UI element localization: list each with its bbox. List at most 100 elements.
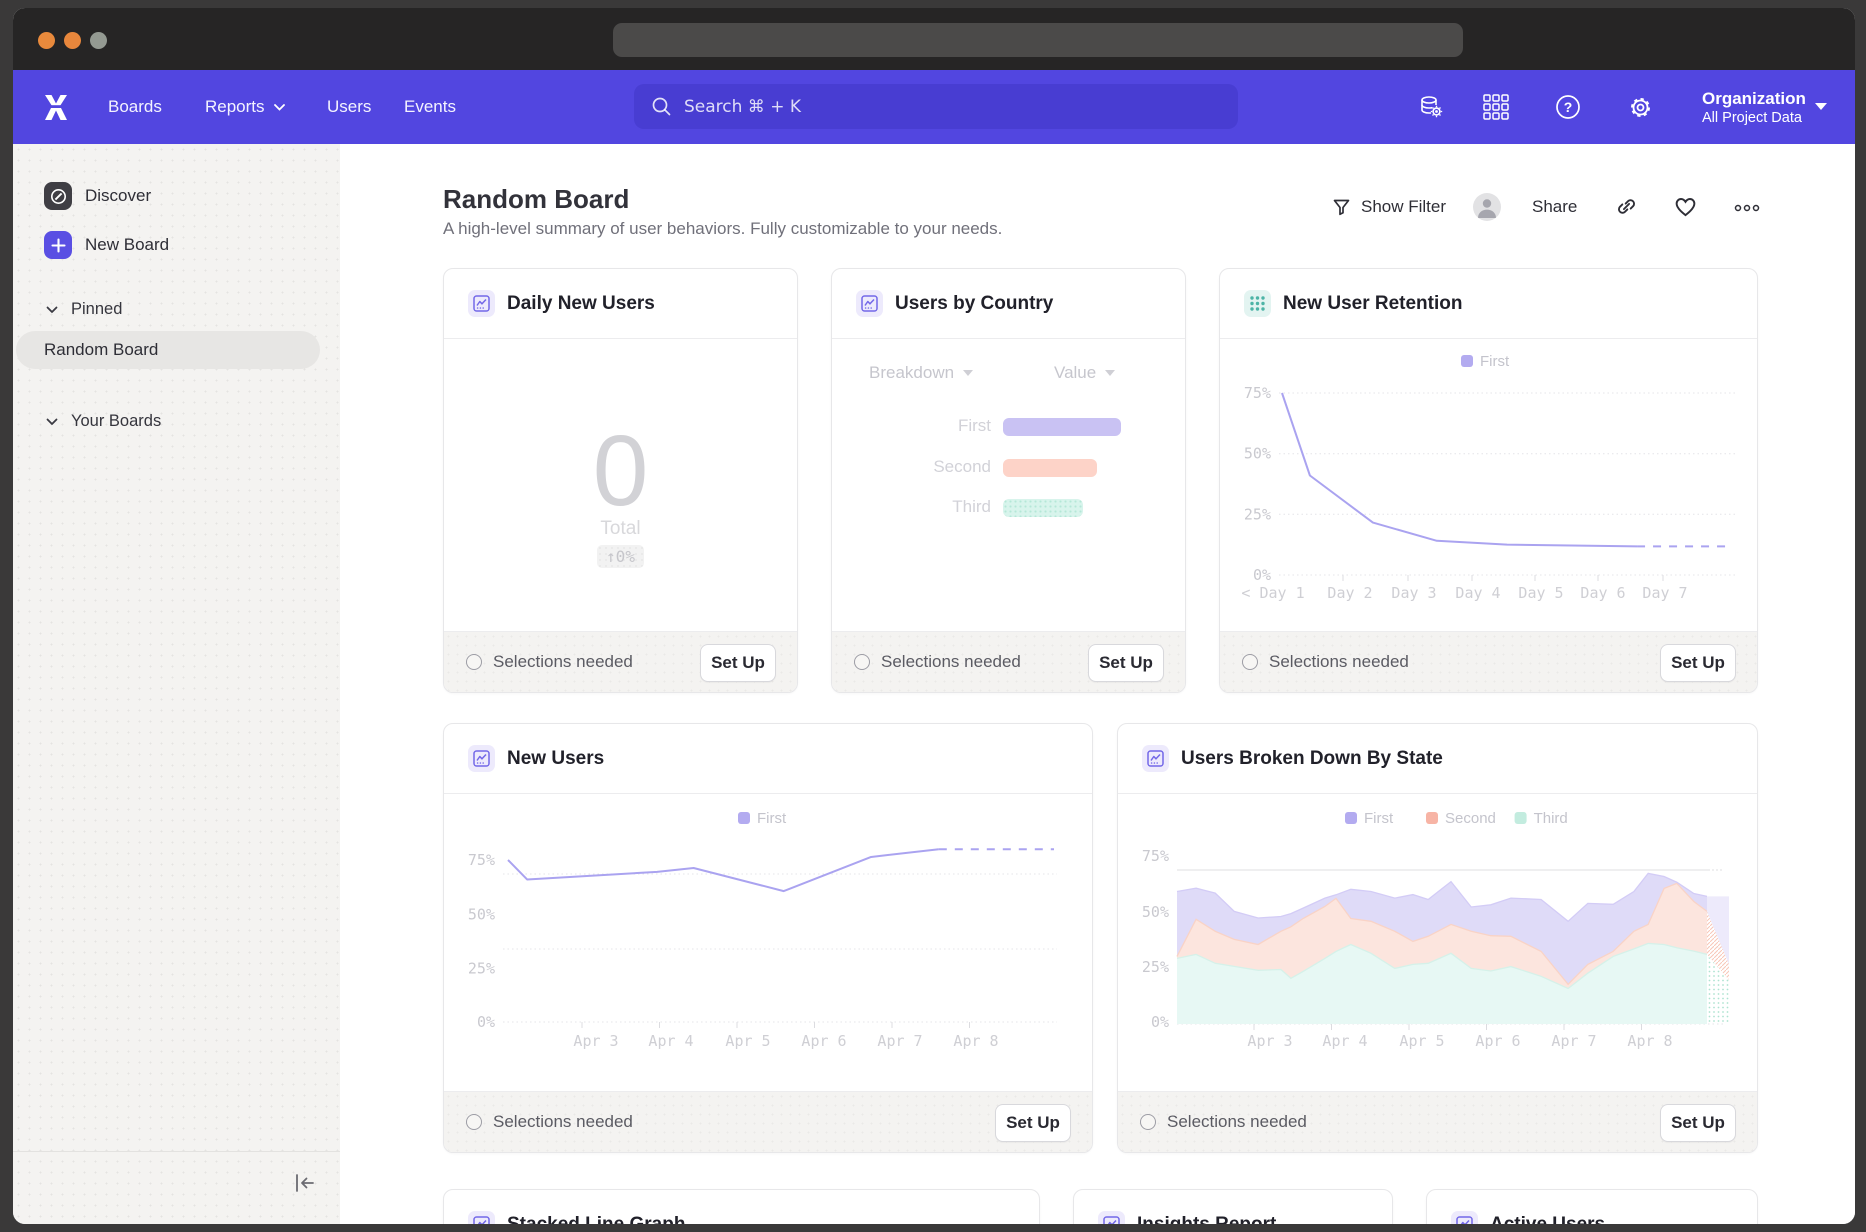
svg-text:Apr 6: Apr 6 [801, 1032, 846, 1050]
titlebar [13, 8, 1855, 70]
nav-item-events[interactable]: Events [404, 70, 456, 144]
search-icon [651, 96, 672, 117]
bar-label: Second [832, 457, 991, 477]
organization-switcher[interactable]: Organization All Project Data [1702, 70, 1806, 144]
retention-grid-icon [1244, 290, 1271, 317]
avatar[interactable] [1473, 193, 1501, 221]
window-button-1[interactable] [38, 32, 55, 49]
card-body: 75%50%25%0%Apr 3Apr 4Apr 5Apr 6Apr 7Apr … [444, 794, 1092, 1092]
card-footer: Selections needed Set Up [444, 1091, 1092, 1152]
card-header: Users Broken Down By State [1118, 724, 1757, 794]
card-header: Insights Report [1074, 1190, 1392, 1224]
settings-gear-icon[interactable] [1620, 70, 1660, 144]
card-title: Stacked Line Graph [507, 1214, 685, 1225]
chevron-down-icon [1105, 370, 1115, 376]
screenshot-root: Boards Reports Users Events Search ⌘ + K [0, 0, 1866, 1232]
svg-text:Apr 7: Apr 7 [877, 1032, 922, 1050]
svg-text:50%: 50% [1142, 903, 1169, 921]
sidebar-item-random-board[interactable]: Random Board [16, 331, 320, 369]
nav-item-reports[interactable]: Reports [205, 70, 285, 144]
nav-item-users[interactable]: Users [327, 70, 371, 144]
big-number-delta: ↑0% [444, 545, 797, 568]
card-title: Insights Report [1137, 1214, 1276, 1225]
value-dropdown[interactable]: Value [1054, 363, 1115, 383]
svg-text:Apr 5: Apr 5 [1399, 1032, 1444, 1050]
card-footer: Selections needed Set Up [1220, 631, 1757, 692]
window-button-2[interactable] [64, 32, 81, 49]
copy-link-button[interactable] [1614, 194, 1639, 224]
chevron-down-icon [46, 418, 58, 426]
sidebar-section-your-boards[interactable]: Your Boards [46, 412, 161, 431]
line-chart-icon [1098, 1211, 1125, 1224]
selection-status: Selections needed [466, 652, 633, 672]
svg-text:Day 4: Day 4 [1455, 584, 1500, 602]
big-number-value: 0 [444, 422, 797, 520]
setup-button[interactable]: Set Up [1660, 644, 1736, 682]
svg-text:Apr 5: Apr 5 [725, 1032, 770, 1050]
svg-text:First: First [1364, 810, 1394, 827]
svg-text:Day 3: Day 3 [1391, 584, 1436, 602]
chart-new-user-retention: 75%50%25%0%< Day 1Day 2Day 3Day 4Day 5Da… [1220, 339, 1757, 634]
svg-text:Apr 6: Apr 6 [1475, 1032, 1520, 1050]
status-circle-icon [466, 1114, 482, 1130]
svg-text:First: First [757, 810, 787, 827]
setup-button[interactable]: Set Up [1088, 644, 1164, 682]
card-header: Daily New Users [444, 269, 797, 339]
search-input[interactable]: Search ⌘ + K [634, 84, 1238, 129]
discover-compass-icon [44, 182, 72, 210]
svg-text:Apr 8: Apr 8 [1627, 1032, 1672, 1050]
svg-text:75%: 75% [1142, 847, 1169, 865]
sidebar-collapse-button[interactable] [293, 1173, 317, 1198]
share-button[interactable]: Share [1532, 191, 1577, 223]
svg-text:Day 5: Day 5 [1518, 584, 1563, 602]
window-button-3[interactable] [90, 32, 107, 49]
svg-text:< Day 1: < Day 1 [1241, 584, 1304, 602]
line-chart-icon [468, 1211, 495, 1224]
sidebar-section-pinned[interactable]: Pinned [46, 300, 122, 319]
more-options-button[interactable] [1734, 201, 1760, 219]
mixpanel-logo-icon[interactable] [44, 70, 68, 144]
filter-funnel-icon [1332, 198, 1351, 217]
card-title: New Users [507, 748, 604, 770]
line-chart-icon [856, 290, 883, 317]
status-circle-icon [854, 654, 870, 670]
breakdown-dropdown[interactable]: Breakdown [869, 363, 973, 383]
chart-new-users: 75%50%25%0%Apr 3Apr 4Apr 5Apr 6Apr 7Apr … [444, 794, 1092, 1093]
browser-window: Boards Reports Users Events Search ⌘ + K [13, 8, 1855, 1224]
card-active-users: Active Users [1426, 1189, 1758, 1224]
setup-button[interactable]: Set Up [1660, 1104, 1736, 1142]
card-title: Users by Country [895, 293, 1053, 315]
data-management-icon[interactable] [1411, 70, 1451, 144]
status-circle-icon [1140, 1114, 1156, 1130]
card-title: Active Users [1490, 1214, 1605, 1225]
org-chevron-down-icon [1815, 103, 1827, 110]
setup-button[interactable]: Set Up [995, 1104, 1071, 1142]
nav-item-boards[interactable]: Boards [108, 70, 162, 144]
card-header: Active Users [1427, 1190, 1757, 1224]
favorite-button[interactable] [1673, 194, 1698, 224]
setup-button[interactable]: Set Up [700, 644, 776, 682]
bar-label: Third [832, 497, 991, 517]
svg-text:0%: 0% [1253, 566, 1271, 584]
sidebar-item-discover[interactable]: Discover [44, 182, 151, 210]
card-title: New User Retention [1283, 293, 1462, 315]
project-name: All Project Data [1702, 109, 1806, 127]
card-body: Breakdown ValueFirst Second Third [832, 339, 1185, 632]
apps-grid-icon[interactable] [1476, 70, 1516, 144]
card-title: Daily New Users [507, 293, 655, 315]
card-body: 75%50%25%0%< Day 1Day 2Day 3Day 4Day 5Da… [1220, 339, 1757, 632]
url-bar[interactable] [613, 23, 1463, 57]
line-chart-icon [1142, 745, 1169, 772]
svg-text:Day 2: Day 2 [1327, 584, 1372, 602]
svg-text:25%: 25% [1244, 505, 1271, 523]
show-filter-button[interactable]: Show Filter [1332, 191, 1446, 223]
sidebar-item-new-board[interactable]: New Board [44, 231, 169, 259]
selection-status: Selections needed [854, 652, 1021, 672]
selection-status: Selections needed [1140, 1112, 1307, 1132]
new-board-label: New Board [85, 235, 169, 255]
status-circle-icon [1242, 654, 1258, 670]
svg-text:50%: 50% [1244, 445, 1271, 463]
help-icon[interactable]: ? [1548, 70, 1588, 144]
selection-status: Selections needed [466, 1112, 633, 1132]
search-placeholder: Search ⌘ + K [684, 97, 801, 117]
